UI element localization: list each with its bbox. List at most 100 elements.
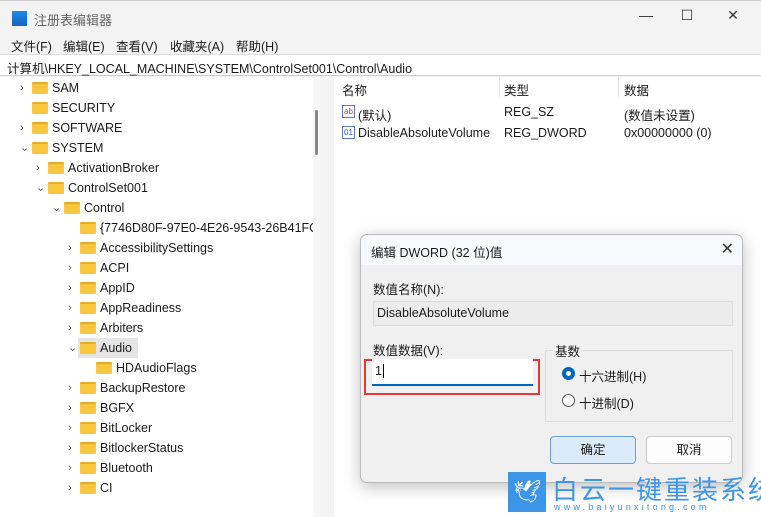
folder-icon: [80, 402, 96, 414]
tree-item[interactable]: › AppID: [0, 278, 310, 298]
regedit-app-icon: [12, 11, 27, 26]
maximize-button[interactable]: ☐: [672, 7, 702, 29]
column-header-type[interactable]: 类型: [504, 80, 529, 99]
tree-item-label: CI: [100, 481, 113, 495]
column-header-data[interactable]: 数据: [624, 80, 649, 99]
pane-splitter[interactable]: [320, 77, 334, 517]
tree-item[interactable]: › ActivationBroker: [0, 158, 310, 178]
tree-item[interactable]: › BitLocker: [0, 418, 310, 438]
minimize-button[interactable]: —: [631, 7, 661, 29]
title-bar: 注册表编辑器 — ☐ ✕: [0, 0, 761, 34]
expand-chevron-icon[interactable]: ›: [68, 378, 78, 398]
hex-radio[interactable]: [562, 367, 575, 380]
value-name: DisableAbsoluteVolume: [358, 126, 491, 140]
folder-icon: [80, 342, 96, 354]
dword-value-icon: 01: [342, 126, 355, 139]
expand-chevron-icon[interactable]: ›: [68, 258, 78, 278]
expand-chevron-icon[interactable]: ›: [68, 438, 78, 458]
tree-item-label: AppReadiness: [100, 301, 182, 315]
folder-icon: [80, 282, 96, 294]
tree-item[interactable]: › CI: [0, 478, 310, 498]
expand-chevron-icon[interactable]: ›: [68, 478, 78, 498]
bird-icon: 🕊: [508, 472, 546, 512]
ok-button[interactable]: 确定: [550, 436, 636, 464]
expand-chevron-icon[interactable]: ›: [20, 78, 30, 98]
column-header-name[interactable]: 名称: [342, 80, 367, 99]
hex-radio-label[interactable]: 十六进制(H): [579, 366, 646, 385]
expand-chevron-icon[interactable]: ›: [68, 458, 78, 478]
menu-edit[interactable]: 编辑(E): [63, 36, 105, 55]
dec-radio[interactable]: [562, 394, 575, 407]
tree-item-label: ControlSet001: [68, 181, 148, 195]
tree-item[interactable]: ⌄ Control: [0, 198, 310, 218]
collapse-chevron-icon[interactable]: ⌄: [36, 178, 46, 198]
menu-help[interactable]: 帮助(H): [236, 36, 278, 55]
tree-item[interactable]: {7746D80F-97E0-4E26-9543-26B41FC: [0, 218, 318, 238]
collapse-chevron-icon[interactable]: ⌄: [68, 338, 78, 358]
tree-item-label: Audio: [100, 341, 132, 355]
value-row-default[interactable]: ab (默认) REG_SZ (数值未设置): [334, 105, 761, 123]
tree-item[interactable]: ⌄ ControlSet001: [0, 178, 310, 198]
tree-item[interactable]: › ACPI: [0, 258, 310, 278]
tree-item[interactable]: ⌄ SYSTEM: [0, 138, 310, 158]
folder-icon: [80, 222, 96, 234]
tree-item[interactable]: › BackupRestore: [0, 378, 310, 398]
tree-item[interactable]: ⌄ Audio: [68, 338, 138, 358]
tree-item[interactable]: › SOFTWARE: [0, 118, 310, 138]
tree-item-label: {7746D80F-97E0-4E26-9543-26B41FC: [100, 221, 319, 235]
close-button[interactable]: ✕: [718, 7, 748, 29]
base-label: 基数: [553, 341, 583, 360]
expand-chevron-icon[interactable]: ›: [20, 118, 30, 138]
menu-favorites[interactable]: 收藏夹(A): [170, 36, 224, 55]
window-title: 注册表编辑器: [34, 13, 113, 28]
tree-item-label: Bluetooth: [100, 461, 153, 475]
menu-bar: 文件(F) 编辑(E) 查看(V) 收藏夹(A) 帮助(H): [0, 34, 761, 54]
value-data: 0x00000000 (0): [624, 126, 712, 140]
watermark-url: www.baiyunxitong.com: [554, 502, 710, 512]
tree-item-label: ACPI: [100, 261, 130, 275]
menu-view[interactable]: 查看(V): [116, 36, 158, 55]
dialog-title: 编辑 DWORD (32 位)值: [361, 235, 742, 265]
folder-icon: [80, 482, 96, 494]
tree-item[interactable]: › SAM: [0, 78, 310, 98]
expand-chevron-icon[interactable]: ›: [68, 418, 78, 438]
collapse-chevron-icon[interactable]: ⌄: [20, 138, 30, 158]
address-bar[interactable]: 计算机\HKEY_LOCAL_MACHINE\SYSTEM\ControlSet…: [0, 54, 761, 76]
folder-icon: [80, 442, 96, 454]
tree-scrollbar-thumb[interactable]: [315, 110, 318, 155]
folder-icon: [64, 202, 80, 214]
value-name: (默认): [358, 109, 392, 123]
dialog-close-button[interactable]: ✕: [721, 239, 734, 259]
tree-item[interactable]: › Arbiters: [0, 318, 310, 338]
expand-chevron-icon[interactable]: ›: [68, 298, 78, 318]
collapse-chevron-icon[interactable]: ⌄: [52, 198, 62, 218]
string-value-icon: ab: [342, 105, 355, 118]
folder-icon: [80, 322, 96, 334]
folder-icon: [32, 122, 48, 134]
folder-icon: [80, 242, 96, 254]
tree-item[interactable]: › BGFX: [0, 398, 310, 418]
tree-item[interactable]: › AccessibilitySettings: [0, 238, 310, 258]
expand-chevron-icon[interactable]: ›: [68, 398, 78, 418]
value-data-text: 1: [375, 364, 382, 378]
tree-item[interactable]: HDAudioFlags: [0, 358, 310, 378]
tree-item-label: SYSTEM: [52, 141, 104, 155]
value-data-input[interactable]: 1: [372, 359, 533, 386]
tree-item[interactable]: › Bluetooth: [0, 458, 310, 478]
cancel-button[interactable]: 取消: [646, 436, 732, 464]
expand-chevron-icon[interactable]: ›: [36, 158, 46, 178]
expand-chevron-icon[interactable]: ›: [68, 238, 78, 258]
expand-chevron-icon[interactable]: ›: [68, 278, 78, 298]
value-row-disableabsolutevolume[interactable]: 01 DisableAbsoluteVolume REG_DWORD 0x000…: [334, 126, 761, 144]
value-type: REG_DWORD: [504, 126, 587, 140]
folder-icon: [80, 422, 96, 434]
menu-file[interactable]: 文件(F): [11, 36, 52, 55]
tree-item[interactable]: SECURITY: [0, 98, 310, 118]
dec-radio-label[interactable]: 十进制(D): [579, 393, 634, 412]
tree-item[interactable]: › BitlockerStatus: [0, 438, 310, 458]
registry-tree[interactable]: › SAM SECURITY › SOFTWARE ⌄ SYSTEM › ActivationB…: [0, 77, 320, 517]
tree-item[interactable]: › AppReadiness: [0, 298, 310, 318]
tree-item-label: SOFTWARE: [52, 121, 123, 135]
tree-item-label: SAM: [52, 81, 80, 95]
expand-chevron-icon[interactable]: ›: [68, 318, 78, 338]
